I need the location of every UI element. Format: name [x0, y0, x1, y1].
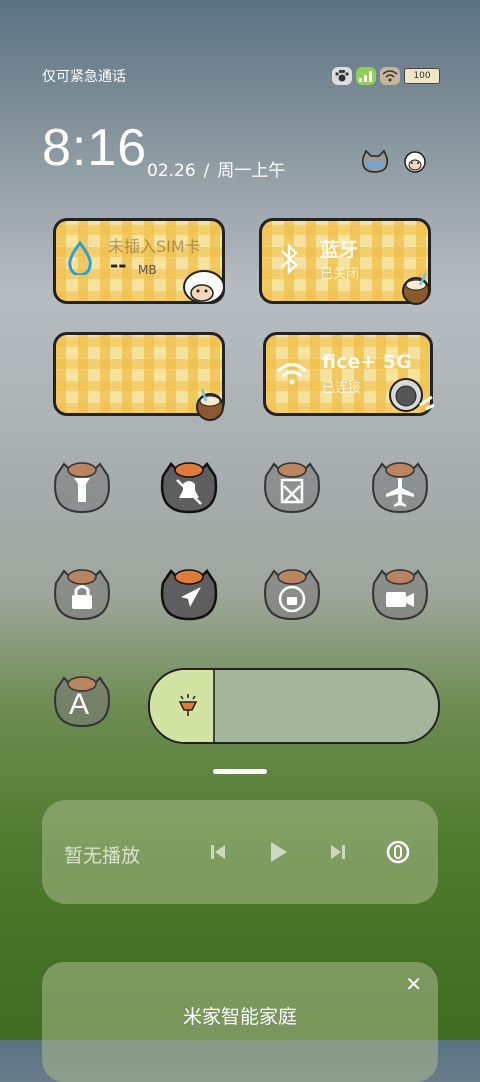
header-decorations — [360, 149, 430, 178]
bluetooth-label: 蓝牙 — [320, 239, 359, 261]
toggle-rotation[interactable] — [260, 563, 324, 627]
wifi-icon — [276, 361, 308, 391]
bluetooth-tile[interactable]: 蓝牙 已关闭 — [259, 218, 431, 305]
water-drop-icon — [66, 240, 94, 279]
paw-icon — [332, 67, 352, 85]
date-separator: / — [203, 161, 210, 181]
toggle-flashlight[interactable] — [50, 456, 114, 520]
toggle-lock[interactable] — [50, 563, 114, 627]
mobile-data-tile[interactable]: 未插入SIM卡 -- MB — [53, 218, 225, 304]
toggle-airplane[interactable] — [368, 456, 432, 520]
cat-face-icon[interactable] — [360, 149, 390, 178]
brightness-slider[interactable] — [148, 668, 440, 744]
cat-astronaut-icon — [386, 375, 436, 421]
bluetooth-icon — [278, 242, 300, 279]
sheep-face-icon[interactable] — [400, 150, 430, 178]
clock-time: 8:16 — [42, 119, 148, 177]
signal-icon — [356, 67, 376, 85]
media-status: 暂无播放 — [64, 845, 141, 867]
empty-tile[interactable] — [53, 332, 225, 421]
status-carrier: 仅可紧急通话 — [42, 69, 126, 85]
wifi-label: fice+ 5G — [322, 351, 412, 373]
coconut-icon — [192, 387, 228, 425]
drag-handle[interactable] — [213, 769, 267, 774]
clock-date: 02.26 / 周一上午 — [143, 156, 289, 181]
media-player: 暂无播放 — [42, 800, 438, 904]
cast-icon[interactable] — [382, 836, 414, 868]
wifi-tile[interactable]: fice+ 5G 已连接 — [263, 332, 435, 416]
status-icons: 100 — [332, 66, 440, 86]
wifi-status: 已连接 — [322, 381, 362, 396]
play-icon[interactable] — [262, 836, 294, 868]
close-icon[interactable]: ✕ — [405, 972, 422, 996]
data-usage-value: -- — [110, 253, 127, 277]
sun-icon — [174, 692, 202, 722]
next-icon[interactable] — [322, 836, 354, 868]
font-a-icon: A — [69, 688, 90, 721]
bluetooth-status: 已关闭 — [320, 267, 360, 282]
toggle-auto-brightness[interactable]: A — [50, 670, 114, 734]
smart-home-title: 米家智能家庭 — [182, 1006, 297, 1028]
wifi-status-icon — [380, 67, 400, 85]
toggle-screenshot[interactable] — [260, 456, 324, 520]
toggle-screen-record[interactable] — [368, 563, 432, 627]
smart-home-card[interactable]: ✕ 米家智能家庭 — [42, 962, 438, 1082]
toggle-location[interactable] — [157, 563, 221, 627]
weekday: 周一上午 — [217, 161, 286, 181]
data-usage-unit: MB — [138, 263, 157, 277]
battery-icon: 100 — [404, 68, 440, 84]
previous-icon[interactable] — [202, 836, 234, 868]
toggle-mute[interactable] — [157, 456, 221, 520]
sheep-icon — [180, 265, 228, 311]
coconut-icon — [398, 271, 434, 309]
date-value: 02.26 — [147, 161, 196, 181]
